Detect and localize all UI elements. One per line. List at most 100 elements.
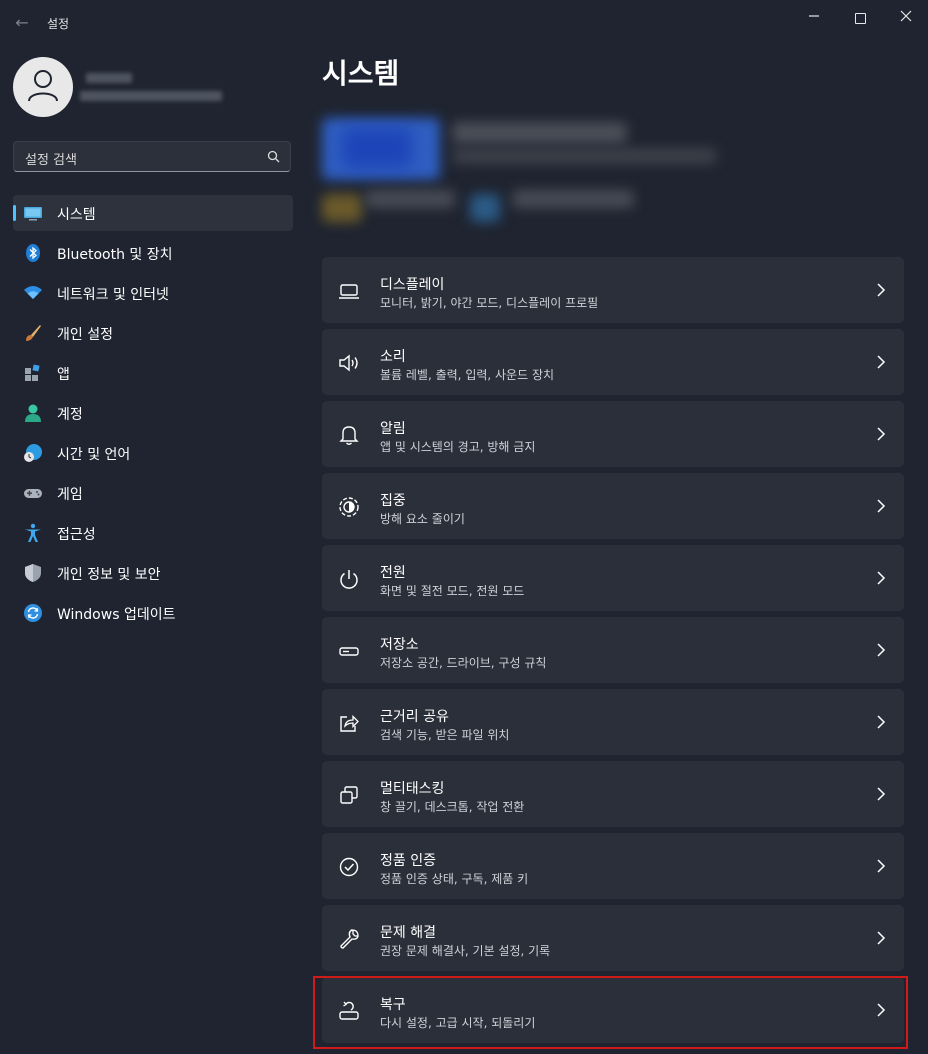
system-display-icon: [24, 207, 42, 221]
sidebar-item-personalization[interactable]: 개인 설정: [13, 315, 293, 351]
chevron-right-icon: [877, 931, 886, 945]
chevron-right-icon: [877, 283, 886, 297]
search-input[interactable]: 설정 검색: [13, 141, 291, 172]
account-name-redacted: [86, 73, 132, 83]
card-recovery[interactable]: 복구 다시 설정, 고급 시작, 되돌리기: [322, 977, 904, 1043]
card-subtitle: 다시 설정, 고급 시작, 되돌리기: [380, 1016, 536, 1030]
storage-icon: [339, 647, 359, 656]
search-placeholder: 설정 검색: [25, 153, 77, 168]
search-icon: [267, 150, 280, 163]
sidebar-item-label: 네트워크 및 인터넷: [57, 287, 169, 303]
card-subtitle: 화면 및 절전 모드, 전원 모드: [380, 584, 525, 598]
device-status-text2-redacted: [512, 190, 634, 208]
sidebar-item-label: 시간 및 언어: [57, 447, 131, 463]
card-title: 전원: [380, 565, 406, 581]
sidebar-item-accounts[interactable]: 계정: [13, 395, 293, 431]
card-subtitle: 모니터, 밝기, 야간 모드, 디스플레이 프로필: [380, 296, 599, 310]
card-title: 알림: [380, 421, 406, 437]
bell-icon: [339, 426, 359, 445]
sidebar-item-label: 게임: [57, 487, 83, 503]
sidebar-item-accessibility[interactable]: 접근성: [13, 515, 293, 551]
sidebar-nav: 시스템 Bluetooth 및 장치 네트워크 및 인터넷 개인 설정 앱 계정…: [13, 195, 293, 635]
minimize-button[interactable]: [791, 6, 837, 30]
card-subtitle: 저장소 공간, 드라이브, 구성 규칙: [380, 656, 547, 670]
close-icon: [900, 10, 912, 22]
device-status-text-redacted: [365, 190, 455, 208]
close-button[interactable]: [883, 6, 928, 30]
sidebar-item-gaming[interactable]: 게임: [13, 475, 293, 511]
card-title: 근거리 공유: [380, 709, 449, 725]
sidebar-item-label: 시스템: [57, 207, 96, 223]
share-icon: [340, 714, 359, 732]
card-troubleshoot[interactable]: 문제 해결 권장 문제 해결사, 기본 설정, 기록: [322, 905, 904, 971]
minimize-icon: [809, 15, 819, 17]
sidebar-item-bluetooth[interactable]: Bluetooth 및 장치: [13, 235, 293, 271]
sidebar-item-label: 개인 설정: [57, 327, 113, 343]
wrench-icon: [340, 929, 359, 949]
sidebar-item-windows-update[interactable]: Windows 업데이트: [13, 595, 293, 631]
accessibility-icon: [25, 523, 41, 542]
card-power[interactable]: 전원 화면 및 절전 모드, 전원 모드: [322, 545, 904, 611]
chevron-right-icon: [877, 859, 886, 873]
card-title: 멀티태스킹: [380, 781, 445, 797]
card-sound[interactable]: 소리 볼륨 레벨, 출력, 입력, 사운드 장치: [322, 329, 904, 395]
bluetooth-icon: [26, 244, 40, 262]
update-icon: [24, 604, 42, 622]
card-focus[interactable]: 집중 방해 요소 줄이기: [322, 473, 904, 539]
card-display[interactable]: 디스플레이 모니터, 밝기, 야간 모드, 디스플레이 프로필: [322, 257, 904, 323]
sidebar-item-label: 앱: [57, 367, 70, 383]
chevron-right-icon: [877, 787, 886, 801]
sidebar-item-label: Bluetooth 및 장치: [57, 247, 173, 263]
sidebar-item-time-language[interactable]: 시간 및 언어: [13, 435, 293, 471]
chevron-right-icon: [877, 643, 886, 657]
card-subtitle: 창 끌기, 데스크톱, 작업 전환: [380, 800, 525, 814]
chevron-right-icon: [877, 1003, 886, 1017]
card-subtitle: 방해 요소 줄이기: [380, 512, 465, 526]
card-title: 정품 인증: [380, 853, 436, 869]
sidebar-item-label: 계정: [57, 407, 83, 423]
sidebar-item-apps[interactable]: 앱: [13, 355, 293, 391]
chevron-right-icon: [877, 355, 886, 369]
card-subtitle: 앱 및 시스템의 경고, 방해 금지: [380, 440, 536, 454]
card-multitasking[interactable]: 멀티태스킹 창 끌기, 데스크톱, 작업 전환: [322, 761, 904, 827]
window-title: 설정: [47, 17, 70, 31]
device-status-icon-redacted: [322, 194, 362, 222]
card-subtitle: 권장 문제 해결사, 기본 설정, 기록: [380, 944, 551, 958]
sidebar-item-privacy[interactable]: 개인 정보 및 보안: [13, 555, 293, 591]
card-title: 집중: [380, 493, 406, 509]
maximize-button[interactable]: [837, 6, 883, 30]
device-image-redacted-core: [342, 128, 412, 168]
display-icon: [339, 284, 359, 299]
speaker-icon: [339, 354, 358, 372]
focus-icon: [339, 497, 359, 517]
card-nearby-sharing[interactable]: 근거리 공유 검색 기능, 받은 파일 위치: [322, 689, 904, 755]
back-arrow-icon[interactable]: ←: [12, 13, 32, 33]
power-icon: [340, 570, 358, 589]
card-activation[interactable]: 정품 인증 정품 인증 상태, 구독, 제품 키: [322, 833, 904, 899]
activation-check-icon: [339, 857, 359, 877]
card-notifications[interactable]: 알림 앱 및 시스템의 경고, 방해 금지: [322, 401, 904, 467]
card-title: 디스플레이: [380, 277, 445, 293]
avatar[interactable]: [13, 57, 73, 117]
multitasking-icon: [340, 786, 358, 804]
shield-icon: [25, 564, 41, 582]
title-bar: ← 설정: [0, 0, 928, 46]
card-subtitle: 정품 인증 상태, 구독, 제품 키: [380, 872, 529, 886]
apps-icon: [25, 364, 40, 381]
card-subtitle: 검색 기능, 받은 파일 위치: [380, 728, 510, 742]
active-indicator: [13, 205, 16, 221]
gamepad-icon: [24, 489, 42, 498]
card-subtitle: 볼륨 레벨, 출력, 입력, 사운드 장치: [380, 368, 555, 382]
maximize-icon: [854, 12, 866, 24]
sidebar-item-network[interactable]: 네트워크 및 인터넷: [13, 275, 293, 311]
card-storage[interactable]: 저장소 저장소 공간, 드라이브, 구성 규칙: [322, 617, 904, 683]
recovery-icon: [339, 1001, 359, 1020]
sidebar-item-label: Windows 업데이트: [57, 607, 176, 623]
chevron-right-icon: [877, 715, 886, 729]
card-title: 소리: [380, 349, 406, 365]
sidebar-item-system[interactable]: 시스템: [13, 195, 293, 231]
device-model-redacted: [452, 148, 717, 164]
globe-clock-icon: [24, 444, 42, 462]
card-title: 복구: [380, 997, 406, 1013]
chevron-right-icon: [877, 571, 886, 585]
